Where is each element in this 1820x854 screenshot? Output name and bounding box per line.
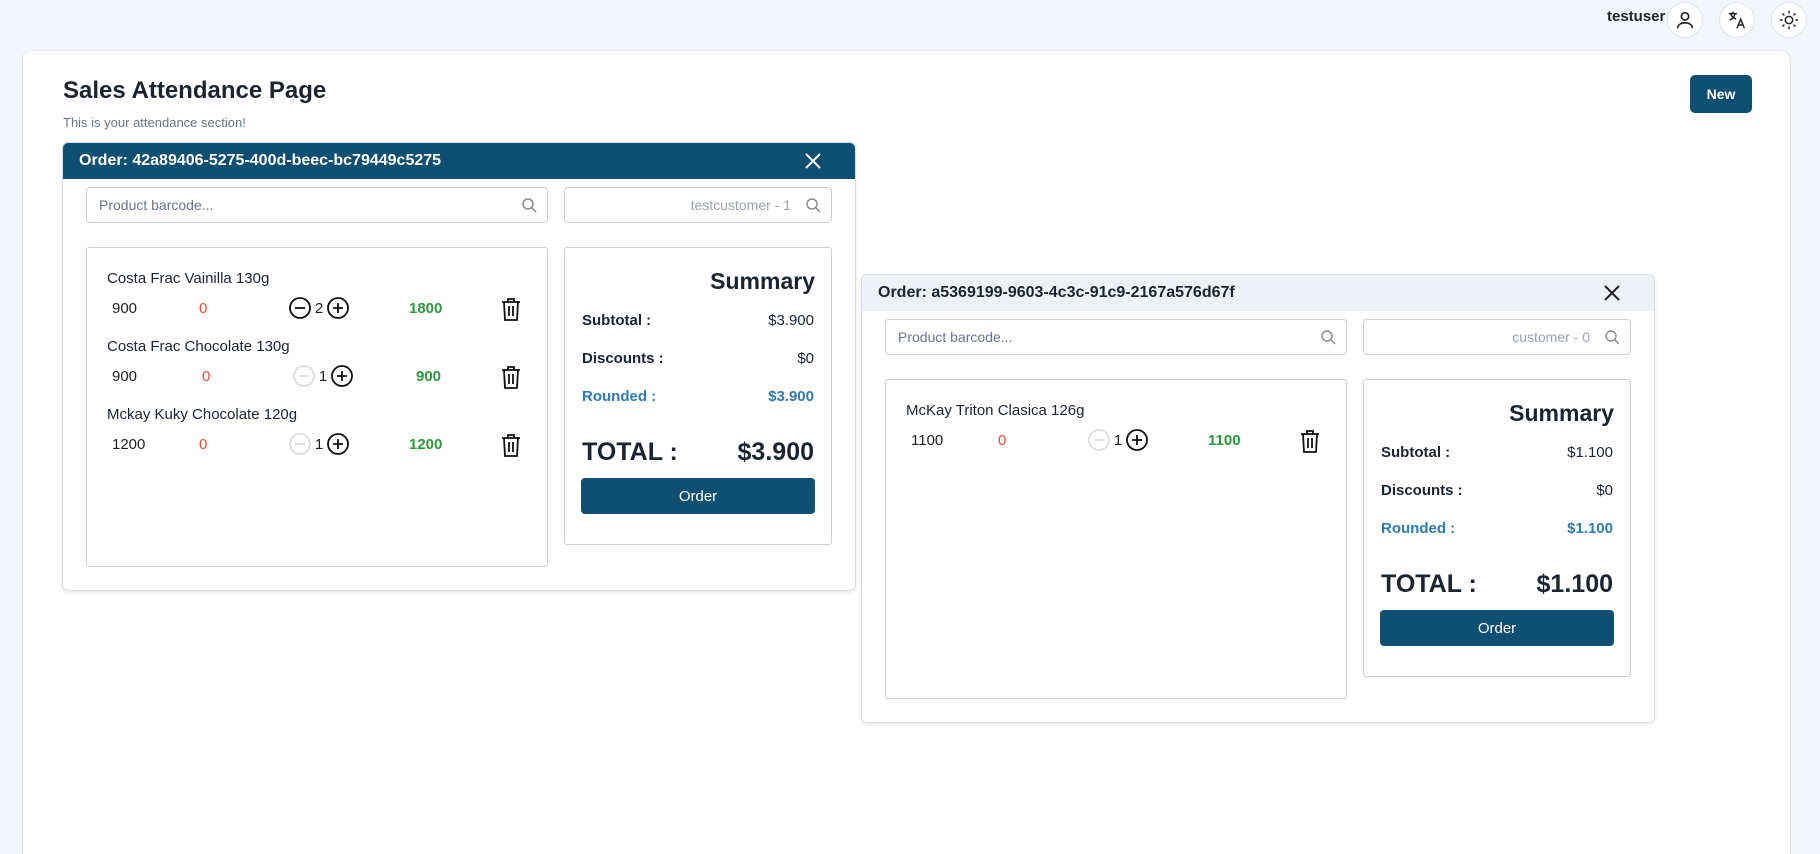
- order-title: Order: 42a89406-5275-400d-beec-bc79449c5…: [79, 152, 442, 169]
- username: testuser: [1607, 8, 1666, 25]
- discounts-row: Discounts : $0: [582, 350, 814, 367]
- search-icon: [1605, 330, 1620, 345]
- item-discount: 0: [199, 436, 208, 453]
- order-items-list: McKay Triton Clasica 126g 1100 0 1 1100: [885, 379, 1347, 699]
- list-item: Costa Frac Vainilla 130g 900 0 2 1800: [87, 248, 547, 321]
- quantity-stepper: 1: [1087, 428, 1149, 452]
- total-label: TOTAL :: [582, 438, 678, 466]
- item-discount: 0: [202, 368, 211, 385]
- total-row: TOTAL : $1.100: [1381, 570, 1613, 599]
- barcode-search: [885, 319, 1347, 355]
- order-items-list: Costa Frac Vainilla 130g 900 0 2 1800 Co…: [86, 247, 548, 567]
- customer-search: [564, 187, 832, 223]
- summary-title: Summary: [710, 268, 815, 294]
- decrease-button[interactable]: [288, 432, 312, 456]
- item-quantity: 1: [314, 435, 324, 453]
- order-summary: Summary Subtotal : $3.900 Discounts : $0…: [564, 247, 832, 545]
- order-panel: Order: a5369199-9603-4c3c-91c9-2167a576d…: [861, 274, 1655, 723]
- subtotal-value: $3.900: [768, 312, 814, 329]
- place-order-button[interactable]: Order: [581, 478, 815, 514]
- page-title: Sales Attendance Page: [63, 77, 327, 104]
- search-icon: [806, 198, 821, 213]
- close-icon[interactable]: [1602, 283, 1622, 303]
- rounded-row: Rounded : $1.100: [1381, 520, 1613, 537]
- customer-search: [1363, 319, 1631, 355]
- new-order-button[interactable]: New: [1690, 75, 1752, 113]
- subtotal-row: Subtotal : $3.900: [582, 312, 814, 329]
- customer-input[interactable]: [1364, 320, 1630, 354]
- minus-circle-icon: [289, 433, 311, 455]
- order-panel: Order: 42a89406-5275-400d-beec-bc79449c5…: [62, 142, 856, 591]
- item-name: Costa Frac Vainilla 130g: [107, 270, 270, 287]
- discounts-value: $0: [1596, 482, 1613, 499]
- rounded-value: $3.900: [768, 388, 814, 405]
- increase-button[interactable]: [1125, 428, 1149, 452]
- language-button[interactable]: [1719, 2, 1755, 38]
- item-name: Mckay Kuky Chocolate 120g: [107, 406, 298, 423]
- order-header[interactable]: Order: 42a89406-5275-400d-beec-bc79449c5…: [63, 143, 855, 179]
- close-icon[interactable]: [803, 151, 823, 171]
- total-row: TOTAL : $3.900: [582, 438, 814, 467]
- total-value: $3.900: [737, 438, 814, 466]
- customer-input[interactable]: [565, 188, 831, 222]
- decrease-button[interactable]: [1087, 428, 1111, 452]
- rounded-label: Rounded :: [582, 388, 657, 405]
- barcode-search: [86, 187, 548, 223]
- item-quantity: 2: [314, 299, 324, 317]
- barcode-input[interactable]: [87, 188, 547, 222]
- item-price: 1200: [112, 436, 146, 453]
- item-quantity: 1: [318, 367, 328, 385]
- list-item: Mckay Kuky Chocolate 120g 1200 0 1 1200: [87, 384, 547, 457]
- barcode-input[interactable]: [886, 320, 1346, 354]
- page-subtitle: This is your attendance section!: [63, 115, 246, 130]
- rounded-row: Rounded : $3.900: [582, 388, 814, 405]
- subtotal-label: Subtotal :: [1381, 444, 1451, 461]
- trash-icon[interactable]: [499, 432, 523, 458]
- rounded-label: Rounded :: [1381, 520, 1456, 537]
- quantity-stepper: 1: [288, 432, 350, 456]
- item-name: Costa Frac Chocolate 130g: [107, 338, 290, 355]
- plus-circle-icon: [327, 433, 349, 455]
- subtotal-row: Subtotal : $1.100: [1381, 444, 1613, 461]
- order-header[interactable]: Order: a5369199-9603-4c3c-91c9-2167a576d…: [862, 275, 1654, 311]
- sun-icon: [1779, 10, 1799, 30]
- user-icon: [1676, 11, 1694, 29]
- item-price: 900: [112, 368, 138, 385]
- discounts-label: Discounts :: [582, 350, 664, 367]
- item-price: 900: [112, 300, 138, 317]
- minus-circle-icon: [1088, 429, 1110, 451]
- order-title: Order: a5369199-9603-4c3c-91c9-2167a576d…: [878, 284, 1235, 301]
- search-icon: [1321, 330, 1336, 345]
- subtotal-label: Subtotal :: [582, 312, 652, 329]
- order-summary: Summary Subtotal : $1.100 Discounts : $0…: [1363, 379, 1631, 677]
- user-profile-button[interactable]: [1667, 2, 1703, 38]
- list-item: McKay Triton Clasica 126g 1100 0 1 1100: [886, 380, 1346, 453]
- top-bar: testuser: [0, 0, 1820, 38]
- item-quantity: 1: [1113, 431, 1123, 449]
- item-discount: 0: [199, 300, 208, 317]
- trash-icon[interactable]: [1298, 428, 1322, 454]
- discounts-label: Discounts :: [1381, 482, 1463, 499]
- place-order-button[interactable]: Order: [1380, 610, 1614, 646]
- plus-circle-icon: [1126, 429, 1148, 451]
- increase-button[interactable]: [326, 432, 350, 456]
- item-price: 1100: [911, 432, 944, 449]
- search-icon: [522, 198, 537, 213]
- total-label: TOTAL :: [1381, 570, 1477, 598]
- subtotal-value: $1.100: [1567, 444, 1613, 461]
- item-name: McKay Triton Clasica 126g: [906, 402, 1085, 419]
- item-line-total: 900: [416, 368, 442, 385]
- theme-toggle-button[interactable]: [1771, 2, 1807, 38]
- total-value: $1.100: [1536, 570, 1613, 598]
- item-line-total: 1200: [409, 436, 443, 453]
- translate-icon: [1728, 11, 1746, 29]
- summary-title: Summary: [1509, 400, 1614, 426]
- discounts-row: Discounts : $0: [1381, 482, 1613, 499]
- rounded-value: $1.100: [1567, 520, 1613, 537]
- item-line-total: 1100: [1208, 432, 1241, 449]
- discounts-value: $0: [797, 350, 814, 367]
- list-item: Costa Frac Chocolate 130g 900 0 1 900: [87, 316, 547, 389]
- item-discount: 0: [998, 432, 1007, 449]
- item-line-total: 1800: [409, 300, 443, 317]
